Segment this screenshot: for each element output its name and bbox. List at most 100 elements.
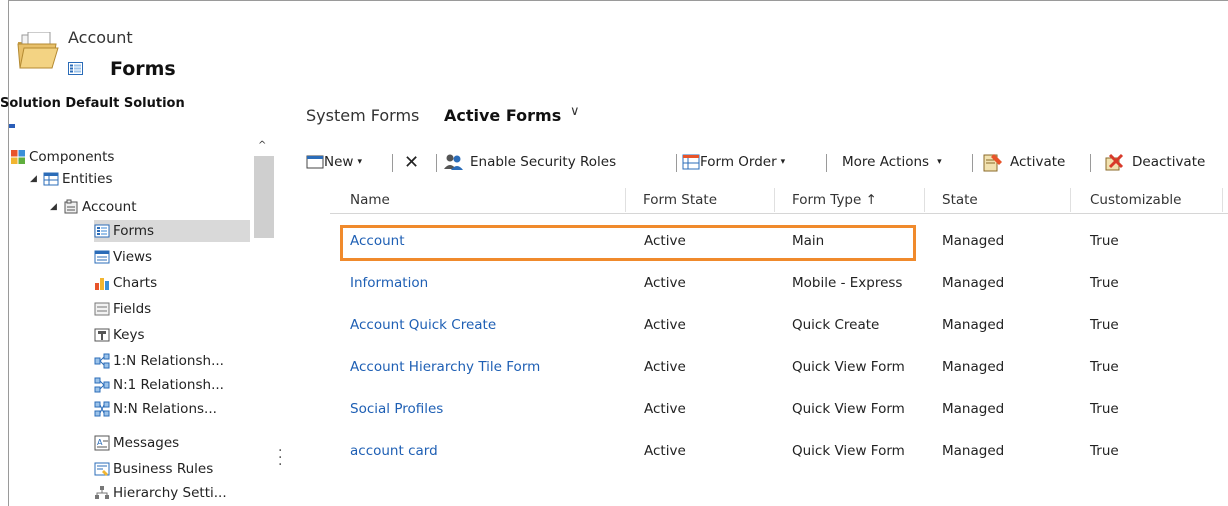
expand-triangle-icon[interactable]: ◢	[30, 174, 40, 184]
tree-item-label: Entities	[62, 171, 113, 187]
delete-button[interactable]: ✕	[404, 150, 419, 174]
highlight-annotation	[340, 225, 916, 261]
dropdown-arrow-icon: ▾	[937, 157, 942, 167]
solution-label: Solution Default Solution	[0, 96, 185, 111]
tree-item-components[interactable]: Components	[10, 146, 114, 168]
tree-item-label: Business Rules	[113, 461, 214, 477]
tree-item-account[interactable]: ◢ Account	[50, 196, 137, 218]
messages-icon: A	[94, 435, 110, 451]
column-header-form-state[interactable]: Form State	[643, 186, 717, 214]
tree-item-many-to-one[interactable]: N:1 Relationsh...	[94, 374, 224, 396]
tree-item-entities[interactable]: ◢ Entities	[30, 168, 113, 190]
form-state-cell: Active	[644, 317, 686, 333]
many-to-many-icon	[94, 401, 110, 417]
form-type-cell: Mobile - Express	[792, 275, 903, 291]
tree-item-label: Charts	[113, 275, 158, 291]
form-order-button[interactable]: Form Order ▾	[682, 150, 785, 174]
column-divider[interactable]	[924, 188, 925, 212]
tree-item-label: N:1 Relationsh...	[113, 377, 224, 393]
column-header-name[interactable]: Name	[350, 186, 390, 214]
state-cell: Managed	[942, 317, 1005, 333]
tree-item-label: Hierarchy Setti...	[113, 485, 227, 501]
form-name-link[interactable]: account card	[350, 438, 438, 464]
page-title: Forms	[110, 58, 176, 80]
tree-item-views[interactable]: Views	[94, 246, 152, 268]
tree-item-charts[interactable]: Charts	[94, 272, 157, 294]
tree-item-label: Fields	[113, 301, 152, 317]
splitter-handle-icon[interactable]: · · ·	[278, 444, 282, 472]
toolbar-separator	[972, 154, 973, 172]
tree-item-forms[interactable]: Forms	[94, 220, 250, 242]
form-name-link[interactable]: Account Hierarchy Tile Form	[350, 354, 540, 380]
tree-item-label: N:N Relations...	[113, 401, 217, 417]
customizable-cell: True	[1090, 401, 1119, 417]
form-name-link[interactable]: Social Profiles	[350, 396, 443, 422]
tree-item-one-to-many[interactable]: 1:N Relationsh...	[94, 350, 224, 372]
keys-icon	[94, 328, 110, 342]
column-divider[interactable]	[774, 188, 775, 212]
views-icon	[94, 250, 110, 264]
more-actions-button[interactable]: More Actions ▾	[842, 150, 942, 174]
state-cell: Managed	[942, 275, 1005, 291]
form-state-cell: Active	[644, 359, 686, 375]
expand-triangle-icon[interactable]: ◢	[50, 202, 60, 212]
tree-item-label: Components	[29, 149, 115, 165]
tree-item-label: Account	[82, 199, 137, 215]
close-icon: ✕	[404, 151, 420, 173]
deactivate-label: Deactivate	[1132, 154, 1206, 170]
column-header-form-type[interactable]: Form Type ↑	[792, 186, 877, 214]
command-bar: New ▾ ✕ Enable Security Roles Form Order…	[306, 150, 1228, 174]
view-selector[interactable]: Active Forms	[444, 106, 561, 125]
tree-item-fields[interactable]: Fields	[94, 298, 151, 320]
form-name-link[interactable]: Account Quick Create	[350, 312, 496, 338]
form-type-cell: Quick Create	[792, 317, 880, 333]
table-row[interactable]: account card Active Quick View Form Mana…	[330, 438, 1228, 464]
chevron-down-icon[interactable]: ∨	[570, 104, 580, 119]
customizable-cell: True	[1090, 359, 1119, 375]
table-row[interactable]: Information Active Mobile - Express Mana…	[330, 270, 1228, 296]
new-button[interactable]: New ▾	[306, 150, 362, 174]
column-header-customizable[interactable]: Customizable	[1090, 186, 1181, 214]
form-type-cell: Quick View Form	[792, 359, 905, 375]
more-actions-label: More Actions	[842, 154, 930, 170]
table-row[interactable]: Account Hierarchy Tile Form Active Quick…	[330, 354, 1228, 380]
scroll-up-icon[interactable]: ^	[258, 140, 266, 151]
one-to-many-icon	[94, 353, 110, 369]
tree-item-many-to-many[interactable]: N:N Relations...	[94, 398, 217, 420]
tree-item-hierarchy[interactable]: Hierarchy Setti...	[94, 482, 227, 504]
column-divider[interactable]	[1070, 188, 1071, 212]
column-divider[interactable]	[1222, 188, 1223, 212]
view-selector-label: System Forms	[306, 106, 420, 125]
tree-item-messages[interactable]: A Messages	[94, 432, 179, 454]
customizable-cell: True	[1090, 443, 1119, 459]
entities-icon	[43, 172, 59, 186]
form-type-cell: Quick View Form	[792, 401, 905, 417]
column-divider[interactable]	[625, 188, 626, 212]
toolbar-separator	[826, 154, 827, 172]
collapse-marker[interactable]	[9, 124, 15, 128]
column-header-state[interactable]: State	[942, 186, 978, 214]
components-icon	[11, 150, 25, 164]
deactivate-button[interactable]: Deactivate	[1104, 150, 1205, 174]
toolbar-separator	[392, 154, 393, 172]
svg-text:A: A	[97, 438, 103, 447]
hierarchy-icon	[95, 486, 109, 499]
nav-scrollbar-thumb[interactable]	[254, 156, 274, 238]
dropdown-arrow-icon: ▾	[357, 157, 362, 167]
table-row[interactable]: Social Profiles Active Quick View Form M…	[330, 396, 1228, 422]
table-row[interactable]: Account Quick Create Active Quick Create…	[330, 312, 1228, 338]
enable-security-roles-button[interactable]: Enable Security Roles	[444, 150, 616, 174]
toolbar-separator	[436, 154, 437, 172]
state-cell: Managed	[942, 233, 1005, 249]
activate-button[interactable]: Activate	[982, 150, 1065, 174]
form-state-cell: Active	[644, 443, 686, 459]
state-cell: Managed	[942, 359, 1005, 375]
tree-item-label: 1:N Relationsh...	[113, 353, 224, 369]
tree-item-keys[interactable]: Keys	[94, 324, 145, 346]
tree-item-business-rules[interactable]: Business Rules	[94, 458, 213, 480]
new-label: New	[324, 154, 354, 170]
form-name-link[interactable]: Information	[350, 270, 428, 296]
state-cell: Managed	[942, 401, 1005, 417]
form-order-label: Form Order	[700, 154, 777, 170]
charts-icon	[95, 278, 109, 290]
